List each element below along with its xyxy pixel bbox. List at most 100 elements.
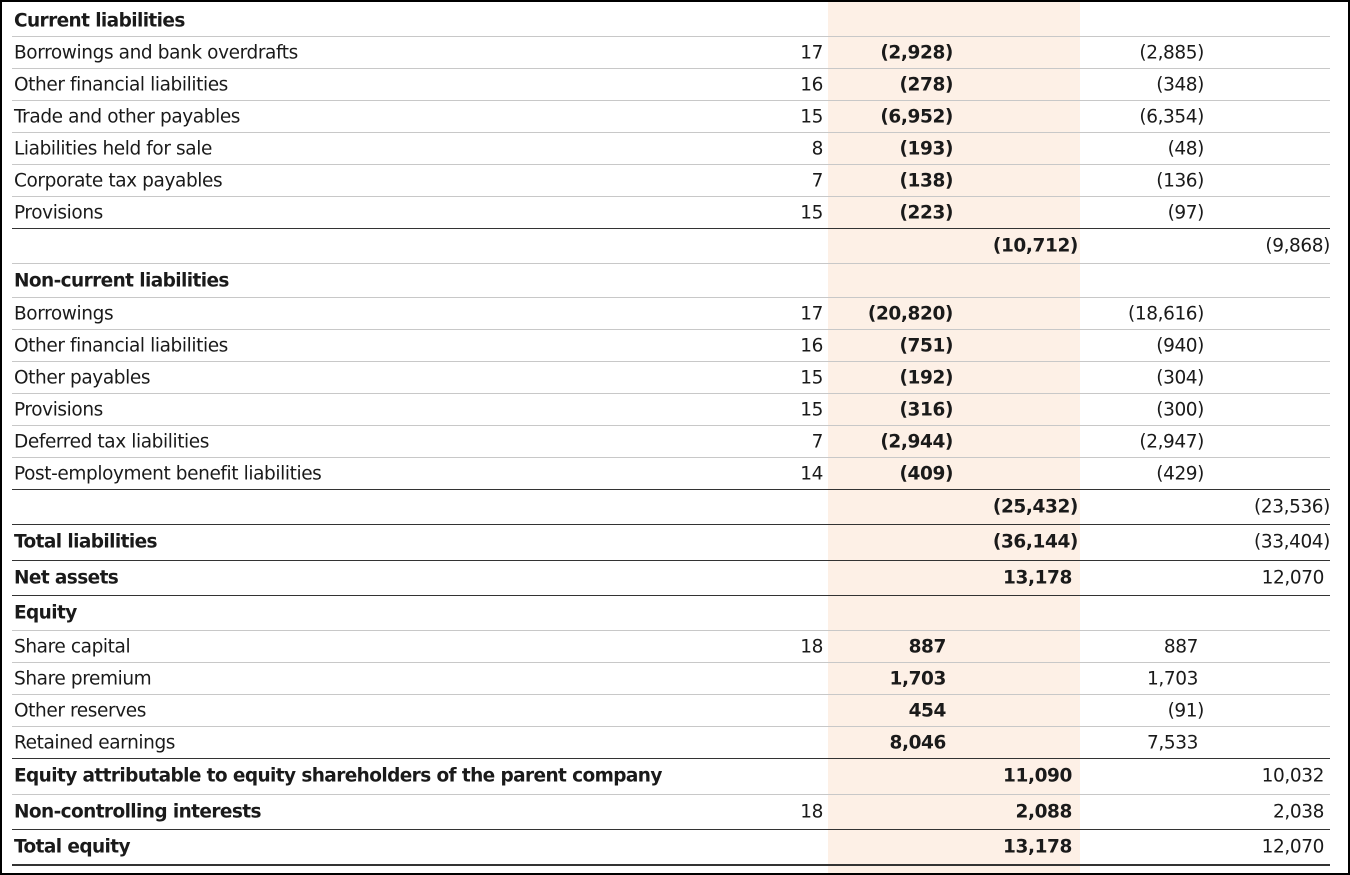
prior-year-item: (6,354) (1139, 106, 1204, 127)
current-year-item: 8,046 (889, 732, 946, 753)
prior-year-item: (136) (1156, 170, 1204, 191)
note-ref: 17 (800, 303, 823, 324)
table-row: Share premium 1,703 1,703 (12, 663, 1330, 695)
table-row: Other financial liabilities 16 (278) (34… (12, 69, 1330, 101)
prior-year-item: (97) (1167, 202, 1205, 223)
note-ref: 8 (811, 138, 824, 159)
balance-sheet-rows: Current liabilities Borrowings and bank … (12, 5, 1330, 866)
prior-year-item: (429) (1156, 463, 1204, 484)
prior-year-item: (304) (1156, 367, 1204, 388)
current-year-item: 454 (908, 700, 947, 721)
row-label: Net assets (14, 567, 119, 589)
table-row: Retained earnings 8,046 7,533 (12, 727, 1330, 759)
note-ref: 16 (800, 335, 823, 356)
current-year-item: (223) (899, 202, 953, 223)
current-year-subtotal: (25,432) (992, 496, 1079, 518)
row-label: Provisions (14, 399, 103, 420)
table-row: Other financial liabilities 16 (751) (94… (12, 330, 1330, 362)
table-row: Trade and other payables 15 (6,952) (6,3… (12, 101, 1330, 133)
prior-year-item: (348) (1156, 74, 1204, 95)
prior-year-subtotal: (9,868) (1265, 235, 1330, 257)
current-year-item: 887 (908, 636, 947, 657)
table-row: Borrowings and bank overdrafts 17 (2,928… (12, 37, 1330, 69)
row-label: Corporate tax payables (14, 170, 223, 191)
current-year-total: 2,088 (1015, 801, 1072, 823)
current-year-item: (278) (899, 74, 953, 95)
table-row: Share capital 18 887 887 (12, 631, 1330, 663)
table-row: Provisions 15 (223) (97) (12, 197, 1330, 229)
row-label: Other financial liabilities (14, 74, 228, 95)
current-year-item: (2,944) (880, 431, 953, 452)
current-year-item: (192) (899, 367, 953, 388)
note-ref: 14 (800, 463, 823, 484)
current-year-subtotal: (10,712) (992, 235, 1079, 257)
current-year-item: (138) (899, 170, 953, 191)
table-row: Post-employment benefit liabilities 14 (… (12, 458, 1330, 490)
row-label: Total equity (14, 836, 131, 858)
prior-year-item: (2,885) (1139, 42, 1204, 63)
table-row: Borrowings 17 (20,820) (18,616) (12, 298, 1330, 330)
row-label: Total liabilities (14, 531, 158, 553)
current-year-item: (193) (899, 138, 953, 159)
current-year-total: 13,178 (1003, 567, 1072, 589)
note-ref: 15 (800, 106, 823, 127)
prior-year-total: 12,070 (1261, 836, 1325, 858)
row-label: Provisions (14, 202, 103, 223)
current-year-item: (2,928) (880, 42, 953, 63)
prior-year-total: 12,070 (1261, 567, 1325, 589)
prior-year-item: (300) (1156, 399, 1204, 420)
current-year-total: 11,090 (1003, 765, 1072, 787)
current-year-item: (6,952) (880, 106, 953, 127)
row-label: Post-employment benefit liabilities (14, 463, 322, 484)
row-label: Share capital (14, 636, 131, 657)
current-year-item: (409) (899, 463, 953, 484)
total-equity-row: Total equity 13,178 12,070 (12, 830, 1330, 866)
prior-year-subtotal: (23,536) (1254, 496, 1330, 518)
balance-sheet-panel: Current liabilities Borrowings and bank … (0, 0, 1350, 875)
prior-year-total: 10,032 (1261, 765, 1325, 787)
row-label: Other financial liabilities (14, 335, 228, 356)
row-label: Other payables (14, 367, 151, 388)
prior-year-item: 7,533 (1147, 732, 1198, 753)
note-ref: 7 (811, 170, 824, 191)
row-label: Trade and other payables (14, 106, 241, 127)
table-row: Other reserves 454 (91) (12, 695, 1330, 727)
row-label: Other reserves (14, 700, 146, 721)
note-ref: 17 (800, 42, 823, 63)
current-year-total: 13,178 (1003, 836, 1072, 858)
row-label: Equity (14, 602, 77, 624)
note-ref: 15 (800, 367, 823, 388)
table-row: Liabilities held for sale 8 (193) (48) (12, 133, 1330, 165)
non-controlling-interests-row: Non-controlling interests 18 2,088 2,038 (12, 795, 1330, 830)
row-label: Borrowings and bank overdrafts (14, 42, 298, 63)
subtotal-row-current-liabilities: (10,712) (9,868) (12, 229, 1330, 264)
row-label: Current liabilities (14, 10, 185, 31)
row-label: Non-controlling interests (14, 801, 261, 823)
prior-year-total: (33,404) (1254, 531, 1330, 553)
prior-year-item: 887 (1163, 636, 1199, 657)
prior-year-item: (18,616) (1128, 303, 1204, 324)
row-label: Share premium (14, 668, 152, 689)
row-label: Borrowings (14, 303, 114, 324)
current-year-item: 1,703 (889, 668, 946, 689)
note-ref: 15 (800, 202, 823, 223)
section-header-non-current-liabilities: Non-current liabilities (12, 264, 1330, 298)
table-row: Other payables 15 (192) (304) (12, 362, 1330, 394)
current-year-item: (316) (899, 399, 953, 420)
note-ref: 18 (800, 636, 823, 657)
total-liabilities-row: Total liabilities (36,144) (33,404) (12, 525, 1330, 561)
section-header-current-liabilities: Current liabilities (12, 5, 1330, 37)
note-ref: 15 (800, 399, 823, 420)
note-ref: 16 (800, 74, 823, 95)
row-label: Deferred tax liabilities (14, 431, 210, 452)
row-label: Retained earnings (14, 732, 176, 753)
note-ref: 18 (800, 801, 823, 823)
prior-year-item: (940) (1156, 335, 1204, 356)
section-header-equity: Equity (12, 596, 1330, 631)
prior-year-item: (91) (1167, 700, 1205, 721)
prior-year-item: 1,703 (1147, 668, 1198, 689)
prior-year-total: 2,038 (1273, 801, 1324, 823)
net-assets-row: Net assets 13,178 12,070 (12, 561, 1330, 596)
equity-attributable-row: Equity attributable to equity shareholde… (12, 759, 1330, 795)
row-label: Equity attributable to equity shareholde… (14, 765, 662, 787)
